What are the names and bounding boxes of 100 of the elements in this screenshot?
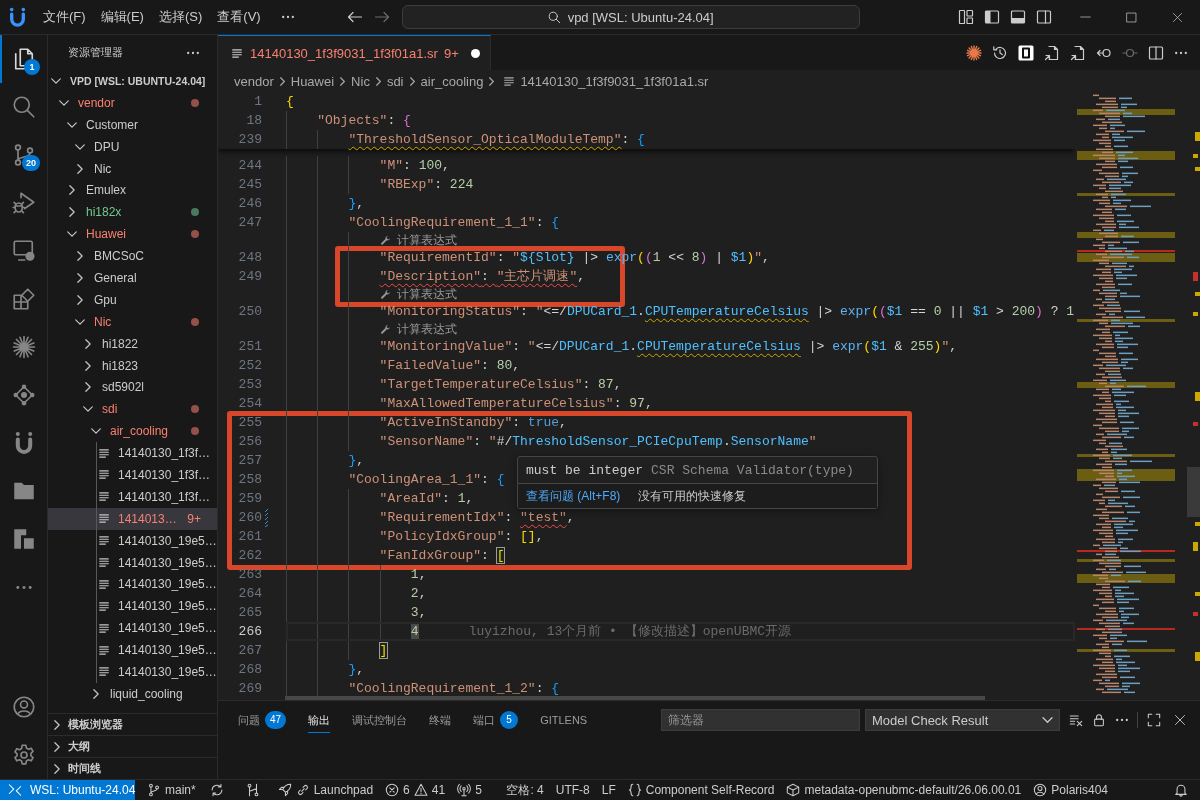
bell-icon[interactable] [1174,783,1188,797]
history-icon[interactable] [992,44,1008,61]
menu-item[interactable]: 编辑(E) [93,5,151,29]
sparkle-icon[interactable] [966,44,982,61]
profile-status[interactable]: metadata-openubmc-default/26.06.00.01 [780,780,1028,800]
problems-status[interactable]: 6 41 [379,780,452,800]
code-line: "CoolingRequirement_1_1": { [348,214,560,231]
chevron-right-icon [409,76,415,86]
code-line: "MaxAllowedTemperatureCelsius": 97, [379,395,653,412]
breadcrumb-item[interactable]: Huawei [288,73,337,89]
more-icon[interactable] [1174,50,1188,55]
account-status[interactable]: Polaris404 [1027,780,1114,800]
split-editor-icon[interactable] [1148,44,1164,61]
section-header[interactable]: 大纲 [48,735,217,757]
ports-status[interactable]: 5 [451,780,488,800]
layout-icon[interactable] [958,9,974,25]
braces-icon [627,783,642,797]
close-icon[interactable] [1174,714,1186,726]
blame-annotation: luyizhou, 13个月前 • 【修改描述】openUBMC开源 [468,623,792,640]
breadcrumb-item[interactable]: air_cooling [418,73,486,89]
tree-item[interactable]: Nic [48,157,217,180]
remote-indicator[interactable]: WSL: Ubuntu-24.04 [0,780,135,800]
more-icon[interactable] [1115,718,1129,722]
activity-bar-item[interactable]: 20 [0,131,47,179]
tree-item[interactable]: Nic [48,310,217,333]
view-problem-link[interactable]: 查看问题 (Alt+F8) [526,487,621,505]
line-number: 251 [237,338,262,355]
play-bug-icon [11,191,36,215]
wrench-icon [379,323,391,335]
menu-item[interactable]: 文件(F) [36,5,93,29]
line-number: 256 [237,433,262,450]
lock-icon[interactable] [1092,713,1106,727]
editor-tab[interactable]: 14140130_1f3f9031_1f3f01a1.sr 9+ [218,35,491,70]
square-tile-icon[interactable] [1018,44,1034,61]
breadcrumb-item[interactable]: vendor [232,73,276,89]
panel-tab[interactable]: 问题 47 [227,701,298,739]
warning-count: 41 [431,783,446,797]
close-icon [1171,11,1183,23]
file-lines-icon [99,579,109,589]
language-status[interactable]: Component Self-Record [621,780,781,800]
sidebar-left-icon[interactable] [984,9,1000,25]
panel-bottom-icon[interactable] [1010,9,1026,25]
tree-item[interactable]: DPU [48,135,217,158]
commit-graph-icon[interactable] [245,783,260,797]
tree-item[interactable]: sd5902l [48,376,217,399]
tree-item[interactable]: Customer [48,113,217,136]
tree-item[interactable]: Huawei [48,223,217,246]
status-item[interactable]: LF [595,780,622,800]
tree-item[interactable]: hi1823 [48,354,217,377]
forward-arrow-icon[interactable] [373,9,390,25]
more-icon[interactable] [280,15,295,19]
menu-item[interactable]: 查看(V) [210,5,268,29]
panel-tab[interactable]: GITLENS [529,701,599,739]
tree-item[interactable]: hi1822 [48,332,217,355]
code-line: "SensorName": "#/ThresholdSensor_PCIeCpuTemp.SensorName" [379,433,817,450]
panel-tab[interactable]: 输出 [297,701,342,739]
status-item[interactable]: UTF-8 [549,780,596,800]
node-graph-icon [11,383,36,407]
file-arrow-icon[interactable] [1044,44,1060,61]
cube-icon [786,783,801,797]
file-arrow-icon[interactable] [1070,44,1086,61]
settings-icon [11,743,36,767]
clear-list-icon[interactable] [1069,713,1083,727]
tree-item[interactable]: General [48,267,217,289]
tree-item[interactable]: BMCSoC [48,245,217,267]
codelens-link[interactable]: 计算表达式 [379,322,457,336]
codelens-link[interactable]: 计算表达式 [379,233,457,247]
error-message: must be integer [526,462,644,478]
filter-field[interactable]: 筛选器 [661,709,860,731]
breadcrumb-item[interactable]: Nic [349,73,372,89]
maximize-icon[interactable] [1147,713,1161,727]
tree-item[interactable]: VPD [WSL: UBUNTU-24.04] [48,70,217,92]
line-number: 253 [237,376,262,393]
breadcrumb-item[interactable]: 14140130_1f3f9031_1f3f01a1.sr [498,73,711,89]
panel-tab[interactable]: 调试控制台 [341,701,419,739]
panel-tab[interactable]: 端口 5 [462,701,530,739]
launchpad-status[interactable]: Launchpad [271,780,380,800]
status-item[interactable]: 空格: 4 [500,780,550,800]
more-icon[interactable] [186,50,200,55]
tree-item[interactable]: 1414013… 9+ [48,507,217,530]
output-channel-dropdown[interactable]: Model Check Result [865,709,1060,731]
tree-item[interactable]: air_cooling [48,420,217,443]
tree-item[interactable]: hi182x [48,201,217,224]
back-arrow-icon[interactable] [346,9,363,25]
menu-item[interactable]: 选择(S) [151,5,210,29]
sidebar-right-icon[interactable] [1036,9,1052,25]
tree-item[interactable]: Emulex [48,179,217,202]
tree-item[interactable]: Gpu [48,288,217,311]
sync-icon[interactable] [209,783,224,797]
command-center[interactable]: vpd [WSL: Ubuntu-24.04] [401,5,860,29]
section-header[interactable]: 模板浏览器 [48,713,217,735]
branch-status[interactable]: main* [141,780,202,800]
panel-tab[interactable]: 终端 [418,701,463,739]
breadcrumb-item[interactable]: sdi [384,73,406,89]
panel-title: 资源管理器 [68,45,124,60]
tree-item[interactable]: sdi [48,398,217,421]
horizontal-scrollbar[interactable] [285,696,985,700]
codelens-link[interactable]: 计算表达式 [379,287,457,301]
tree-item[interactable]: liquid_cooling [48,682,217,705]
tree-item[interactable]: vendor [48,91,217,114]
